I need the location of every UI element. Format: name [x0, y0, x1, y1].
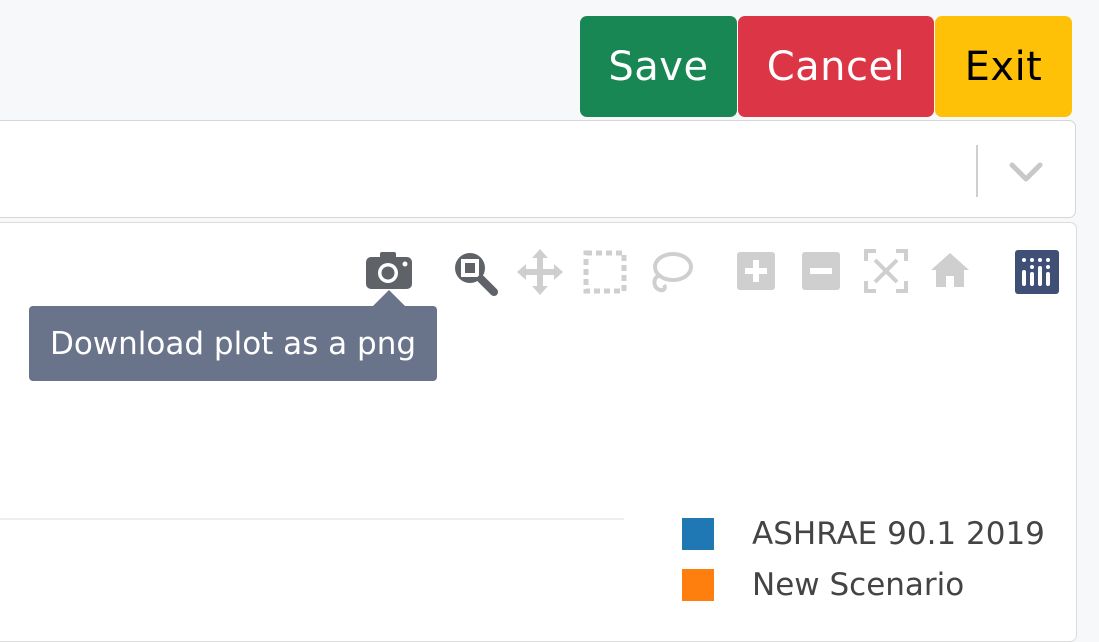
chevron-down-icon[interactable] — [1008, 158, 1044, 186]
legend-label: New Scenario — [752, 567, 965, 603]
cancel-button[interactable]: Cancel — [738, 16, 934, 117]
zoom-out-icon[interactable] — [802, 252, 840, 290]
pan-icon[interactable] — [517, 249, 563, 295]
plotly-logo-icon[interactable] — [1015, 250, 1059, 294]
save-button[interactable]: Save — [580, 16, 737, 117]
zoom-icon[interactable] — [452, 250, 498, 296]
legend-swatch — [682, 569, 714, 601]
plot-area-border — [0, 518, 624, 520]
exit-button[interactable]: Exit — [935, 16, 1072, 117]
scenario-select[interactable] — [0, 120, 1076, 218]
legend-label: ASHRAE 90.1 2019 — [752, 516, 1045, 552]
autoscale-icon[interactable] — [864, 249, 908, 293]
zoom-in-icon[interactable] — [737, 252, 775, 290]
camera-icon[interactable] — [366, 252, 412, 290]
select-separator — [976, 145, 978, 197]
lasso-select-icon[interactable] — [648, 250, 694, 294]
legend-item[interactable]: ASHRAE 90.1 2019 — [682, 516, 1045, 552]
box-select-icon[interactable] — [583, 250, 627, 294]
legend-swatch — [682, 518, 714, 550]
reset-axes-icon[interactable] — [930, 252, 970, 288]
modebar-tooltip: Download plot as a png — [29, 306, 437, 381]
legend-item[interactable]: New Scenario — [682, 567, 965, 603]
tooltip-arrow — [373, 290, 405, 306]
